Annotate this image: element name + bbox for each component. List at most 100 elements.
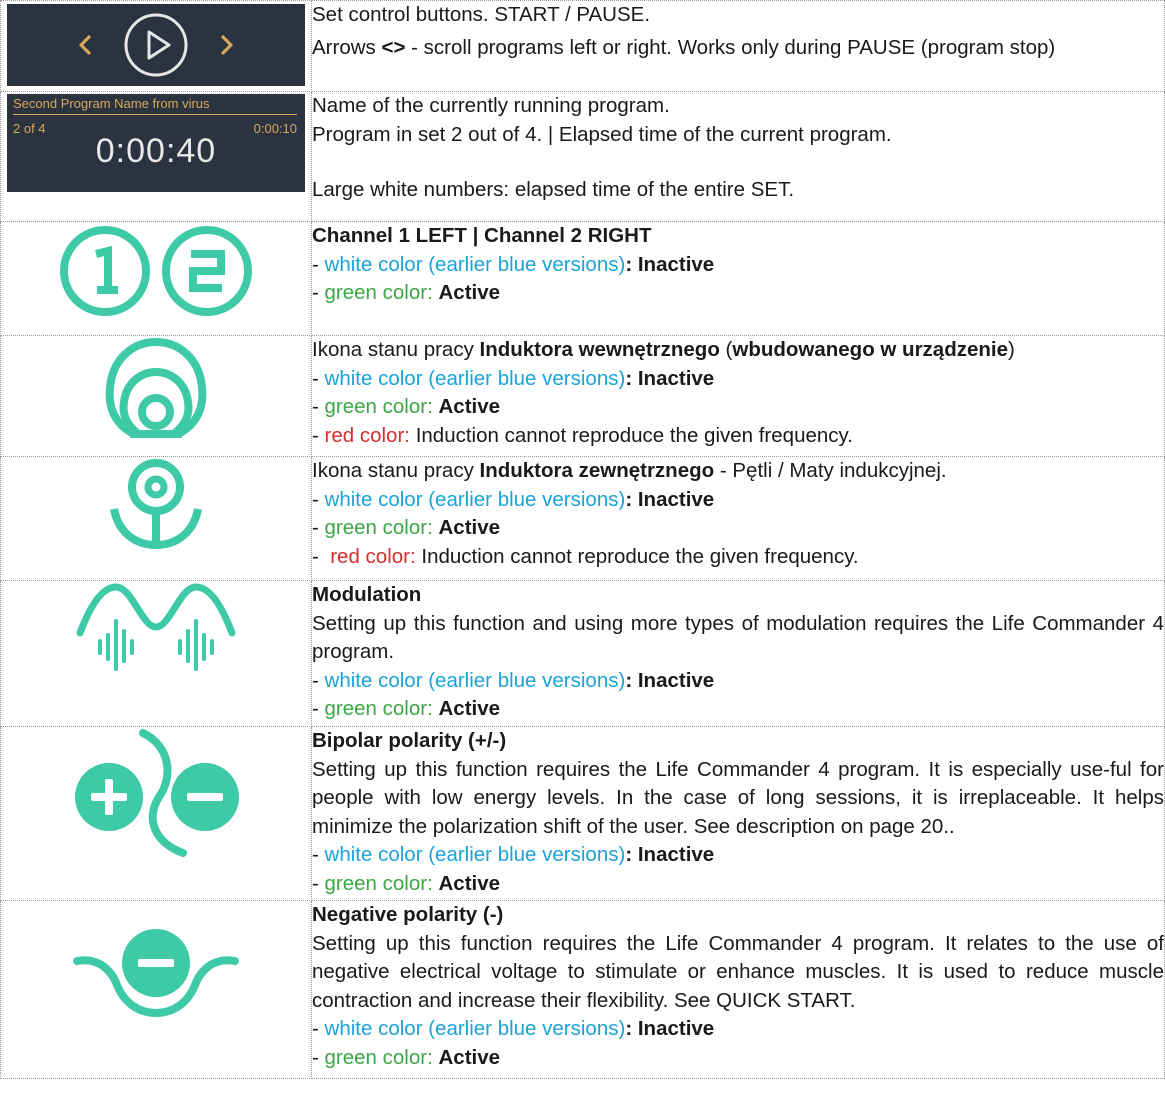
program-row: Second Program Name from virus 2 of 4 0:… <box>0 91 1165 222</box>
controls-icon-cell <box>0 0 312 92</box>
internal-bold1: Induktora wewnętrznego <box>479 338 720 361</box>
green-color-label: green color: <box>324 697 433 720</box>
white-color-label: white color (earlier blue versions) <box>324 366 626 390</box>
internal-description: Ikona stanu pracy Induktora wewnętrznego… <box>311 335 1165 457</box>
inactive-label: Inactive <box>637 1017 715 1040</box>
modulation-row: Modulation Setting up this function and … <box>0 580 1165 727</box>
negative-row: Negative polarity (-) Setting up this fu… <box>0 900 1165 1079</box>
bipolar-row: Bipolar polarity (+/-) Setting up this f… <box>0 726 1165 901</box>
set-elapsed-time: 0:00:40 <box>95 132 217 170</box>
active-label: Active <box>438 281 501 304</box>
negative-icon-cell <box>0 900 312 1079</box>
red-text: Induction cannot reproduce the given fre… <box>410 423 853 447</box>
external-active-line: - green color: Active <box>312 516 501 539</box>
negative-desc: Setting up this function requires the Li… <box>312 931 1164 1012</box>
external-inductor-icon <box>110 459 202 550</box>
negative-active-line: - green color: Active <box>312 1045 501 1069</box>
inactive-label: Inactive <box>637 487 715 511</box>
internal-title: Ikona stanu pracy Induktora wewnętrznego… <box>312 336 1164 365</box>
controls-line2-b: - scroll programs left or right. Works o… <box>405 35 1056 59</box>
negative-polarity-icon <box>73 929 239 1018</box>
external-inductor-row: Ikona stanu pracy Induktora zewnętrznego… <box>0 456 1165 581</box>
negative-title: Negative polarity (-) <box>312 903 504 926</box>
channels-inactive-line: - white color (earlier blue versions): I… <box>312 252 715 276</box>
active-label: Active <box>438 516 501 539</box>
controls-row: Set control buttons. START / PAUSE. Arro… <box>0 0 1165 92</box>
active-label: Active <box>438 395 501 418</box>
bipolar-description: Bipolar polarity (+/-) Setting up this f… <box>311 726 1165 901</box>
green-color-label: green color: <box>324 1045 433 1069</box>
external-description: Ikona stanu pracy Induktora zewnętrznego… <box>311 456 1165 581</box>
external-inactive-line: - white color (earlier blue versions): I… <box>312 487 715 511</box>
program-name-display: Second Program Name from virus <box>13 96 210 111</box>
program-line1: Name of the currently running program. <box>312 94 670 117</box>
internal-inductor-row: Ikona stanu pracy Induktora wewnętrznego… <box>0 335 1165 457</box>
controls-line2-a: Arrows <box>312 35 382 59</box>
external-post: - Pętli / Maty indukcyjnej. <box>714 459 947 482</box>
modulation-description: Modulation Setting up this function and … <box>311 580 1165 727</box>
channels-active-line: - green color: Active <box>312 281 501 304</box>
channels-description: Channel 1 LEFT | Channel 2 RIGHT - white… <box>311 221 1165 336</box>
bipolar-polarity-icon <box>75 729 239 857</box>
white-color-label: white color (earlier blue versions) <box>324 1017 626 1040</box>
external-bold: Induktora zewnętrznego <box>479 459 715 482</box>
white-color-label: white color (earlier blue versions) <box>324 668 626 692</box>
bipolar-title: Bipolar polarity (+/-) <box>312 729 507 752</box>
red-color-label: red color: <box>324 423 410 447</box>
external-red-line: - red color: Induction cannot reproduce … <box>312 544 859 568</box>
chevron-left-icon[interactable] <box>74 30 96 60</box>
internal-active-line: - green color: Active <box>312 395 501 418</box>
control-panel <box>7 4 305 86</box>
internal-bold2: wbudowanego w urządzenie <box>732 338 1009 361</box>
internal-red-line: - red color: Induction cannot reproduce … <box>312 423 853 447</box>
active-label: Active <box>438 871 501 895</box>
chevron-right-icon[interactable] <box>216 30 238 60</box>
external-pre: Ikona stanu pracy <box>312 459 480 482</box>
internal-icon-cell <box>0 335 312 457</box>
internal-post: ) <box>1008 338 1015 361</box>
internal-mid: ( <box>719 338 733 361</box>
external-icon-cell <box>0 456 312 581</box>
bipolar-icon-cell <box>0 726 312 901</box>
modulation-desc: Setting up this function and using more … <box>312 611 1164 664</box>
bipolar-inactive-line: - white color (earlier blue versions): I… <box>312 843 715 866</box>
channels-icons <box>1 222 311 320</box>
program-line2: Program in set 2 out of 4. | Elapsed tim… <box>312 122 892 146</box>
modulation-icon-cell <box>0 580 312 727</box>
bipolar-active-line: - green color: Active <box>312 871 501 895</box>
inactive-label: Inactive <box>637 668 715 692</box>
program-line3: Large white numbers: elapsed time of the… <box>312 178 795 201</box>
modulation-inactive-line: - white color (earlier blue versions): I… <box>312 668 715 692</box>
green-color-label: green color: <box>324 871 433 895</box>
white-color-label: white color (earlier blue versions) <box>324 843 626 866</box>
channel-1-icon <box>60 226 150 316</box>
internal-pre: Ikona stanu pracy <box>312 338 480 361</box>
program-description: Name of the currently running program. P… <box>311 91 1165 222</box>
white-color-label: white color (earlier blue versions) <box>324 487 626 511</box>
modulation-icon <box>76 583 236 671</box>
red-text: Induction cannot reproduce the given fre… <box>415 544 859 568</box>
active-label: Active <box>438 697 501 720</box>
program-set-counter: 2 of 4 <box>13 121 46 136</box>
legend-table: Set control buttons. START / PAUSE. Arro… <box>0 0 1165 1079</box>
controls-line2: Arrows <> - scroll programs left or righ… <box>312 34 1164 63</box>
negative-description: Negative polarity (-) Setting up this fu… <box>311 900 1165 1079</box>
inactive-label: Inactive <box>637 366 715 390</box>
external-title: Ikona stanu pracy Induktora zewnętrznego… <box>312 457 1164 486</box>
green-color-label: green color: <box>324 281 433 304</box>
red-color-label: red color: <box>330 544 416 568</box>
inactive-label: Inactive <box>637 843 715 866</box>
modulation-title: Modulation <box>312 583 422 606</box>
program-panel: Second Program Name from virus 2 of 4 0:… <box>7 94 305 192</box>
active-label: Active <box>438 1045 501 1069</box>
channel-2-icon <box>162 226 252 316</box>
inactive-label: Inactive <box>637 252 715 276</box>
green-color-label: green color: <box>324 516 433 539</box>
internal-inductor-icon <box>105 337 207 438</box>
program-elapsed-time: 0:00:10 <box>253 121 297 136</box>
play-icon[interactable] <box>122 11 190 79</box>
arrows-symbol: <> <box>381 35 406 59</box>
internal-inactive-line: - white color (earlier blue versions): I… <box>312 366 715 390</box>
bipolar-desc: Setting up this function requires the Li… <box>312 757 1164 838</box>
controls-description: Set control buttons. START / PAUSE. Arro… <box>311 0 1165 92</box>
